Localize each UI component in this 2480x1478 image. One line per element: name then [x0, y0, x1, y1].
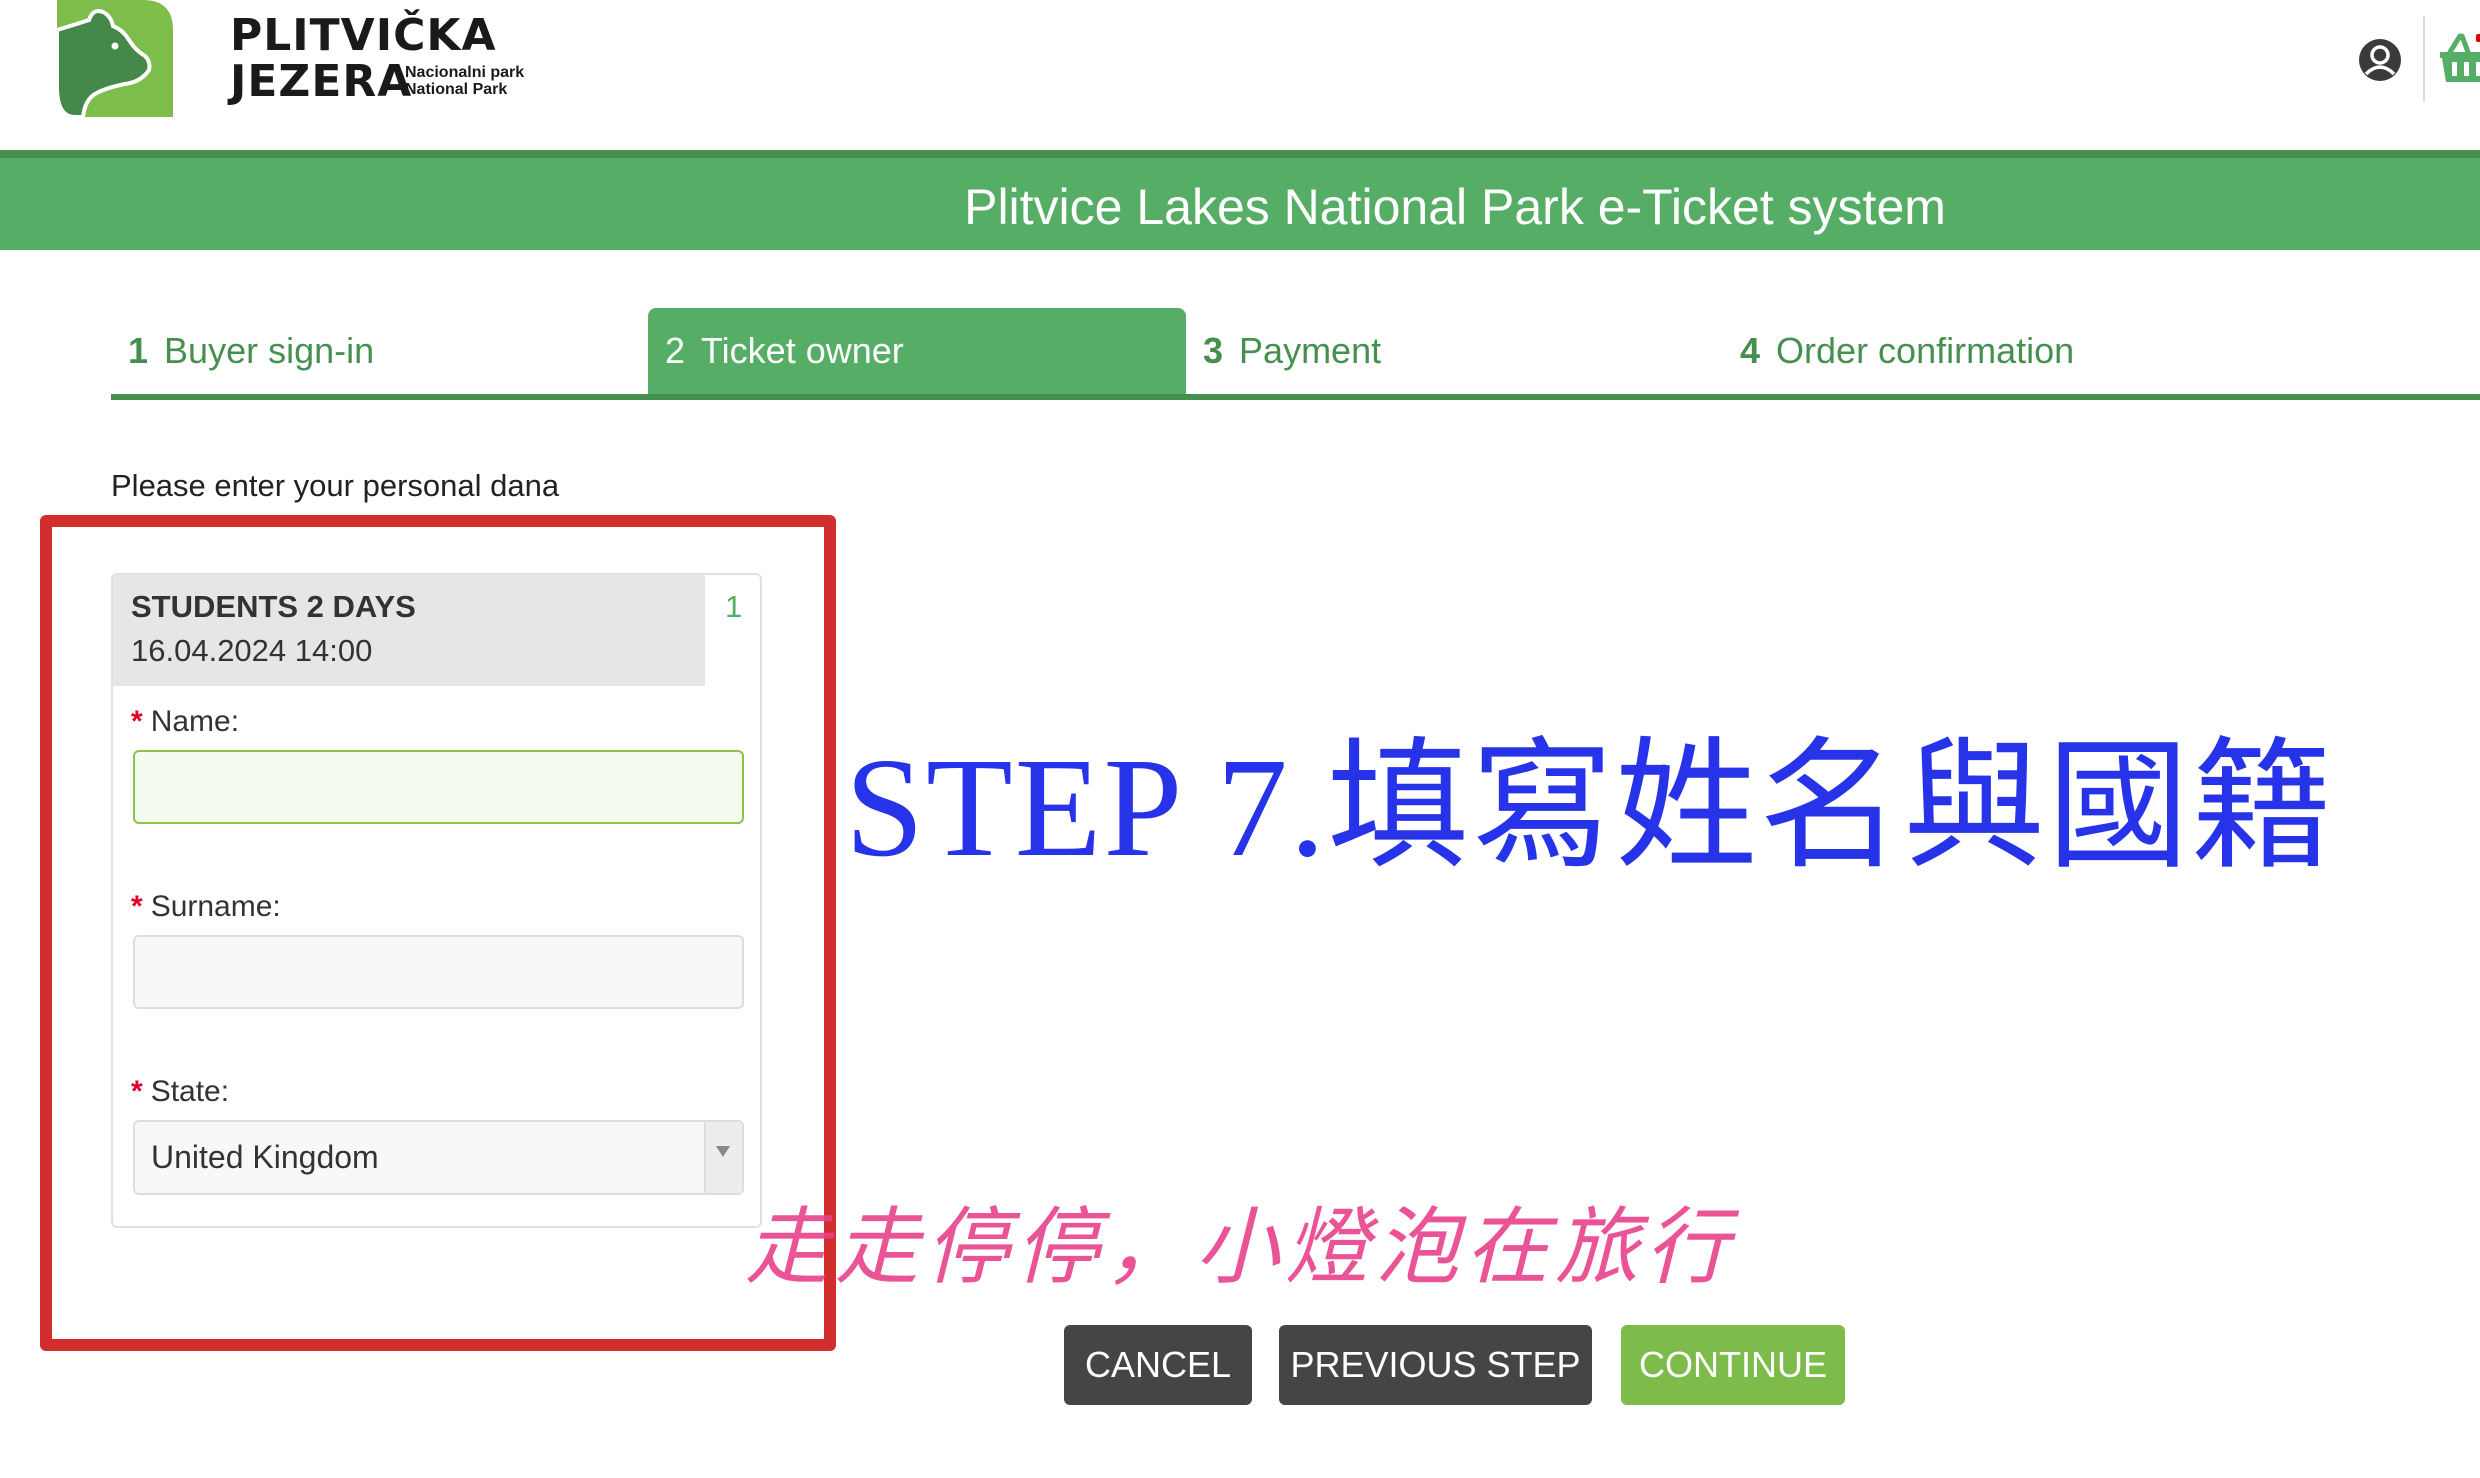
header-divider — [2423, 16, 2425, 102]
system-title: Plitvice Lakes National Park e-Ticket sy… — [964, 179, 1946, 235]
user-account-icon[interactable] — [2358, 38, 2402, 82]
watermark-text: 走走停停，小燈泡在旅行 — [745, 1198, 1736, 1296]
brand-name-line1: PLITVIČKA — [230, 10, 497, 61]
step-annotation: STEP 7.填寫姓名與國籍 — [845, 728, 2336, 886]
brand-name-line2: JEZERA — [230, 56, 413, 107]
annotation-highlight-box — [40, 515, 836, 1351]
brand-subtitle-en: National Park — [405, 81, 508, 98]
continue-button[interactable]: CONTINUE — [1621, 1325, 1845, 1405]
step-buyer-sign-in[interactable]: 1 Buyer sign-in — [128, 308, 374, 394]
cancel-button[interactable]: CANCEL — [1064, 1325, 1252, 1405]
brand-subtitle-hr: Nacionalni park — [405, 64, 525, 81]
step-number: 2 — [665, 330, 686, 371]
previous-step-button[interactable]: PREVIOUS STEP — [1279, 1325, 1592, 1405]
form-instructions: Please enter your personal dana — [111, 468, 560, 503]
step-number: 1 — [128, 330, 149, 371]
step-payment[interactable]: 3 Payment — [1203, 308, 1381, 394]
step-order-confirmation[interactable]: 4 Order confirmation — [1740, 308, 2074, 394]
step-ticket-owner[interactable]: 2 Ticket owner — [648, 308, 1186, 394]
step-label: Payment — [1239, 330, 1382, 371]
step-label: Buyer sign-in — [164, 330, 375, 371]
title-banner: Plitvice Lakes National Park e-Ticket sy… — [0, 150, 2480, 250]
step-label: Order confirmation — [1776, 330, 2075, 371]
cart-count-badge — [2476, 34, 2480, 42]
step-label: Ticket owner — [701, 330, 904, 371]
step-number: 3 — [1203, 330, 1224, 371]
step-number: 4 — [1740, 330, 1761, 371]
bear-logo-icon[interactable] — [55, 0, 175, 119]
shopping-basket-icon[interactable] — [2438, 30, 2480, 86]
checkout-steps: 1 Buyer sign-in 2 Ticket owner 3 Payment… — [111, 308, 2480, 400]
